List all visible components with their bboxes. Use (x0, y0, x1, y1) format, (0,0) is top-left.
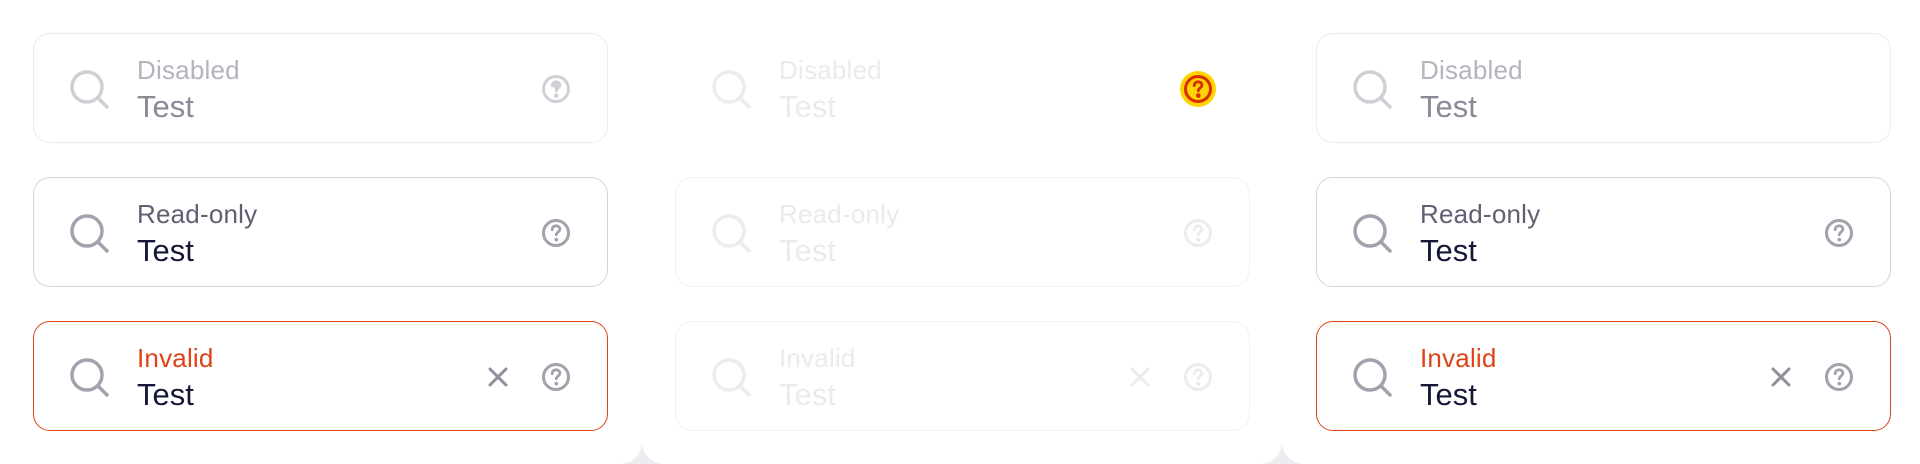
field-value: Test (779, 89, 836, 124)
field-label: Read-only (137, 199, 258, 229)
search-icon (712, 358, 751, 397)
field-states-showcase: Disabled Test Read-only Test Invalid Tes… (0, 0, 1920, 464)
field-label: Read-only (779, 199, 900, 229)
close-icon (1130, 367, 1150, 387)
search-icon (70, 214, 109, 253)
help-circle-icon[interactable] (540, 361, 572, 393)
search-icon (70, 70, 109, 109)
search-field-disabled: Disabled Test (1316, 33, 1891, 143)
field-value: Test (779, 377, 836, 412)
field-label: Invalid (1420, 343, 1497, 373)
help-circle-icon (1184, 219, 1212, 247)
search-field-invalid[interactable]: Invalid Test (33, 321, 608, 431)
field-value[interactable]: Test (137, 376, 194, 414)
field-value[interactable]: Test (1420, 376, 1477, 414)
field-label: Disabled (1420, 55, 1523, 85)
field-value[interactable]: Test (1420, 232, 1477, 270)
field-label: Read-only (1420, 199, 1541, 229)
search-field-readonly[interactable]: Read-only Test (1316, 177, 1891, 287)
search-icon (712, 214, 751, 253)
field-value: Test (1420, 89, 1477, 124)
search-field-invalid: Invalid Test (675, 321, 1250, 431)
search-icon (1353, 214, 1392, 253)
help-circle-icon[interactable] (540, 217, 572, 249)
help-circle-icon[interactable] (1823, 217, 1855, 249)
field-label: Disabled (779, 55, 882, 85)
field-label: Invalid (137, 343, 214, 373)
field-label: Disabled (137, 55, 240, 85)
search-icon (712, 70, 751, 109)
field-label: Invalid (779, 343, 856, 373)
search-icon (70, 358, 109, 397)
field-value: Test (779, 233, 836, 268)
field-value[interactable]: Test (137, 232, 194, 270)
search-icon (1353, 70, 1392, 109)
close-icon[interactable] (1767, 363, 1795, 391)
close-icon[interactable] (484, 363, 512, 391)
search-icon (1353, 358, 1392, 397)
search-field-readonly: Read-only Test (675, 177, 1250, 287)
help-circle-icon[interactable] (1823, 361, 1855, 393)
search-field-invalid[interactable]: Invalid Test (1316, 321, 1891, 431)
search-field-disabled: Disabled Test (675, 33, 1250, 143)
help-circle-icon (542, 75, 570, 103)
search-field-readonly[interactable]: Read-only Test (33, 177, 608, 287)
search-field-disabled: Disabled Test (33, 33, 608, 143)
help-circle-icon (1184, 363, 1212, 391)
help-circle-icon[interactable] (1182, 73, 1214, 105)
field-value: Test (137, 89, 194, 124)
